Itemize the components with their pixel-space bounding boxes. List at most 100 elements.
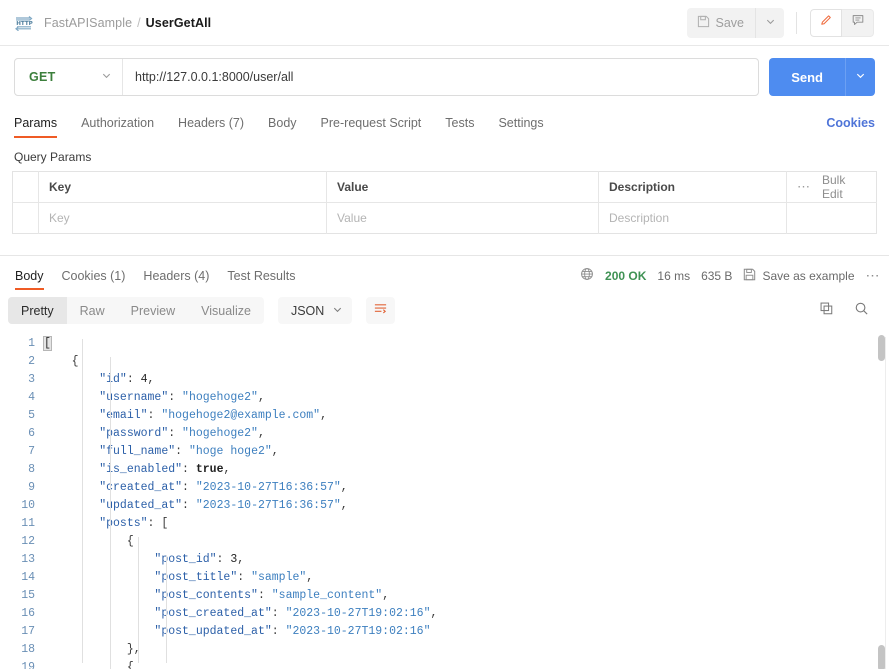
- code-token: :: [147, 409, 162, 422]
- toolbar-divider: [796, 11, 797, 34]
- line-number: 10: [21, 499, 35, 512]
- line-number: 6: [28, 427, 35, 440]
- column-header-key: Key: [49, 180, 72, 194]
- row-checkbox-cell[interactable]: [12, 202, 39, 234]
- bulk-edit-button[interactable]: Bulk Edit: [822, 173, 866, 201]
- tab-body[interactable]: Body: [268, 116, 297, 138]
- code-token: "created_at": [99, 481, 183, 494]
- body-format-select[interactable]: JSON: [277, 297, 353, 324]
- code-line: {: [44, 533, 889, 551]
- code-token: {: [126, 661, 134, 669]
- edit-button[interactable]: [810, 8, 842, 37]
- select-all-cell[interactable]: [12, 171, 39, 203]
- code-token: ,: [257, 427, 265, 440]
- code-token: :: [237, 571, 252, 584]
- code-token: :: [257, 589, 272, 602]
- url-input[interactable]: http://127.0.0.1:8000/user/all: [123, 59, 758, 95]
- scrollbar-track: [885, 337, 886, 669]
- code-token: ,: [430, 607, 438, 620]
- save-button-label: Save: [715, 15, 745, 30]
- tab-tests[interactable]: Tests: [445, 116, 474, 138]
- code-token: "updated_at": [99, 499, 183, 512]
- code-line: "post_contents": "sample_content",: [44, 587, 889, 605]
- cookies-link[interactable]: Cookies: [826, 116, 875, 138]
- code-token: "2023-10-27T19:02:16": [285, 625, 431, 638]
- scrollbar-thumb-bottom[interactable]: [878, 645, 885, 669]
- scrollbar-thumb[interactable]: [878, 335, 885, 361]
- query-params-table: Key Value Description ⋯ Bulk Edit Key Va…: [12, 171, 877, 234]
- tab-authorization[interactable]: Authorization: [81, 116, 154, 138]
- param-value-input[interactable]: Value: [337, 211, 367, 225]
- view-raw[interactable]: Raw: [67, 297, 118, 324]
- code-line: "username": "hogehoge2",: [44, 389, 889, 407]
- code-line: "updated_at": "2023-10-27T16:36:57",: [44, 497, 889, 515]
- code-token: :: [126, 373, 141, 386]
- view-visualize[interactable]: Visualize: [188, 297, 264, 324]
- code-token: :: [182, 463, 196, 476]
- tab-headers[interactable]: Headers (7): [178, 116, 244, 138]
- line-number: 4: [28, 391, 35, 404]
- code-token: :: [147, 517, 162, 530]
- wrap-text-button[interactable]: [366, 297, 396, 324]
- code-line: "post_title": "sample",: [44, 569, 889, 587]
- code-token: "hoge hoge2": [188, 445, 272, 458]
- comment-button[interactable]: [842, 8, 874, 37]
- code-line: "post_created_at": "2023-10-27T19:02:16"…: [44, 605, 889, 623]
- save-as-example-button[interactable]: Save as example: [743, 268, 855, 284]
- param-key-input[interactable]: Key: [49, 211, 70, 225]
- http-method-select[interactable]: GET: [15, 59, 123, 95]
- response-tab-test-results[interactable]: Test Results: [227, 269, 295, 290]
- table-row: Key Value Description: [12, 202, 877, 234]
- more-horizontal-icon[interactable]: ⋯: [797, 179, 811, 195]
- send-options-button[interactable]: [845, 58, 875, 96]
- line-number: 16: [21, 607, 35, 620]
- query-params-title: Query Params: [14, 150, 92, 164]
- response-size: 635 B: [701, 268, 733, 283]
- response-tab-headers[interactable]: Headers (4): [143, 269, 209, 290]
- save-options-button[interactable]: [756, 7, 784, 38]
- breadcrumb-separator: /: [137, 15, 141, 30]
- code-token: "post_id": [154, 553, 217, 566]
- line-number: 12: [21, 535, 35, 548]
- code-content[interactable]: [ { "id": 4, "username": "hogehoge2", "e…: [43, 335, 889, 669]
- code-token: ,: [382, 589, 390, 602]
- response-body-viewer[interactable]: 1 2 3 4 5 6 7 8 9 10 11 12 13 14 15 16 17 18 19 [ { "id": …: [0, 331, 889, 669]
- breadcrumb-collection[interactable]: FastAPISample: [44, 16, 132, 30]
- response-more-menu[interactable]: ⋯: [866, 267, 882, 284]
- search-icon[interactable]: [854, 301, 869, 321]
- send-button[interactable]: Send: [769, 58, 845, 96]
- line-number: 2: [28, 355, 35, 368]
- vertical-scrollbar[interactable]: [877, 331, 885, 669]
- response-meta: 200 OK 16 ms 635 B Save as example ⋯: [580, 267, 881, 290]
- response-tab-cookies[interactable]: Cookies (1): [62, 269, 126, 290]
- line-number: 18: [21, 643, 35, 656]
- code-line: "is_enabled": true,: [44, 461, 889, 479]
- view-pretty[interactable]: Pretty: [8, 297, 67, 324]
- globe-icon[interactable]: [580, 267, 594, 284]
- code-line-partial: {: [44, 659, 889, 669]
- http-icon: HTTP: [14, 15, 34, 31]
- pencil-icon: [819, 13, 833, 32]
- url-bar: GET http://127.0.0.1:8000/user/all: [14, 58, 760, 96]
- param-description-input[interactable]: Description: [609, 211, 669, 225]
- code-token: "hogehoge2": [182, 391, 258, 404]
- view-preview[interactable]: Preview: [118, 297, 188, 324]
- response-tab-body[interactable]: Body: [15, 269, 44, 290]
- response-body-toolbar: Pretty Raw Preview Visualize JSON: [0, 290, 889, 331]
- code-token: "2023-10-27T19:02:16": [285, 607, 431, 620]
- tab-params[interactable]: Params: [14, 116, 58, 138]
- save-as-example-label: Save as example: [762, 268, 855, 283]
- breadcrumb-bar: HTTP FastAPISample / UserGetAll Save: [0, 0, 889, 46]
- copy-icon[interactable]: [819, 301, 834, 321]
- tab-pre-request-script[interactable]: Pre-request Script: [321, 116, 422, 138]
- table-header-row: Key Value Description ⋯ Bulk Edit: [12, 171, 877, 203]
- save-button[interactable]: Save: [686, 7, 756, 38]
- code-token: ,: [223, 463, 231, 476]
- tab-settings[interactable]: Settings: [498, 116, 543, 138]
- code-line: "post_id": 3,: [44, 551, 889, 569]
- request-tabs: Params Authorization Headers (7) Body Pr…: [0, 106, 889, 138]
- indent-guide: [166, 555, 167, 663]
- response-time: 16 ms: [657, 268, 691, 283]
- page-title[interactable]: UserGetAll: [146, 16, 212, 30]
- code-line: },: [44, 641, 889, 659]
